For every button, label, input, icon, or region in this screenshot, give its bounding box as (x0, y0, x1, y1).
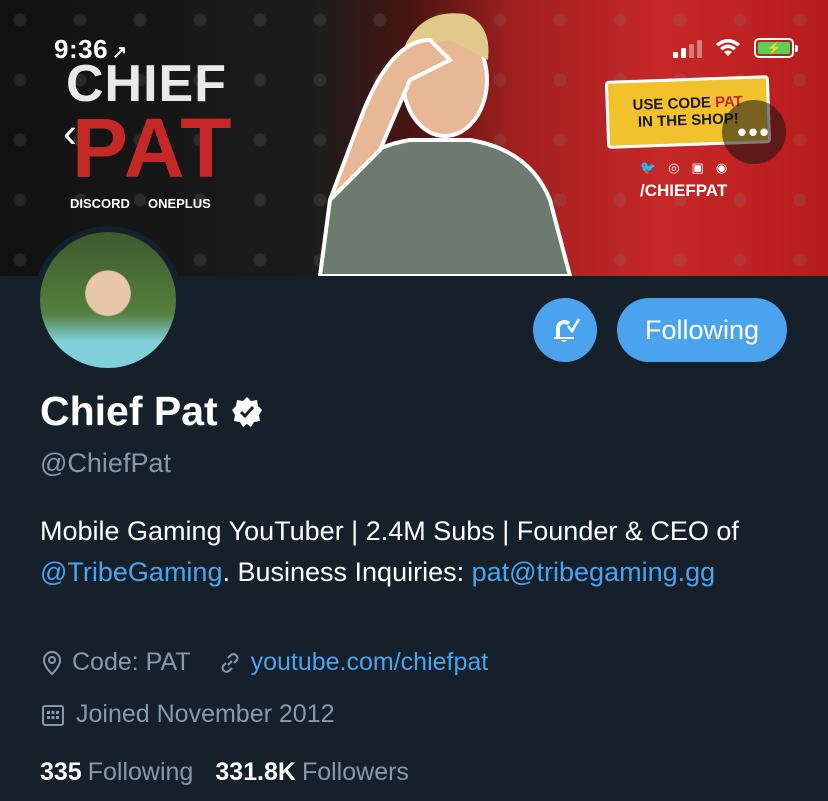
bio-email-link[interactable]: pat@tribegaming.gg (472, 557, 716, 587)
avatar-image (40, 232, 176, 368)
banner-person-image (317, 13, 573, 276)
twitter-icon: 🐦 (640, 160, 657, 175)
banner-logo-bottom: PAT (72, 101, 234, 195)
bio-mention-link[interactable]: @TribeGaming (40, 557, 222, 587)
profile-bio: Mobile Gaming YouTuber | 2.4M Subs | Fou… (40, 516, 739, 587)
follow-counts: 335 Following 331.8K Followers (40, 758, 409, 787)
banner-sponsors: DISCORD ONEPLUS (70, 196, 211, 211)
followers-count[interactable]: 331.8K Followers (215, 758, 409, 787)
profile-handle: @ChiefPat (40, 448, 171, 478)
battery-icon: ⚡ (754, 38, 798, 58)
cellular-signal-icon (673, 38, 702, 58)
bell-check-icon (554, 318, 581, 342)
more-options-button[interactable]: ••• (722, 100, 786, 164)
back-button[interactable]: ‹ (52, 108, 88, 158)
avatar[interactable] (34, 226, 182, 374)
discord-icon: ◉ (715, 160, 728, 175)
banner-social-icons: 🐦 ◎ ▣ ◉ (640, 160, 727, 176)
discord-sponsor: DISCORD (70, 196, 130, 211)
profile-name: Chief Pat (40, 388, 264, 435)
banner-social-handle: /CHIEFPAT (640, 181, 728, 200)
twitch-icon: ▣ (691, 160, 704, 175)
status-icons: ⚡ (673, 38, 798, 58)
link-icon (221, 652, 239, 673)
instagram-icon: ◎ (668, 160, 680, 175)
following-count[interactable]: 335 Following (40, 758, 193, 787)
website-link[interactable]: youtube.com/chiefpat (251, 648, 489, 677)
wifi-icon (716, 39, 740, 56)
calendar-icon (42, 704, 64, 726)
verified-badge-icon (231, 396, 262, 427)
display-name: Chief Pat (40, 388, 218, 434)
profile-joined: Joined November 2012 (40, 700, 335, 729)
location-pin-icon (42, 650, 62, 675)
notifications-bell-button[interactable] (533, 298, 597, 362)
profile-website[interactable]: youtube.com/chiefpat (217, 648, 489, 677)
oneplus-sponsor: ONEPLUS (147, 196, 211, 211)
profile-location: Code: PAT (40, 648, 191, 677)
following-button[interactable]: Following (617, 298, 787, 362)
profile-meta: Code: PAT youtube.com/chiefpat (40, 648, 514, 677)
